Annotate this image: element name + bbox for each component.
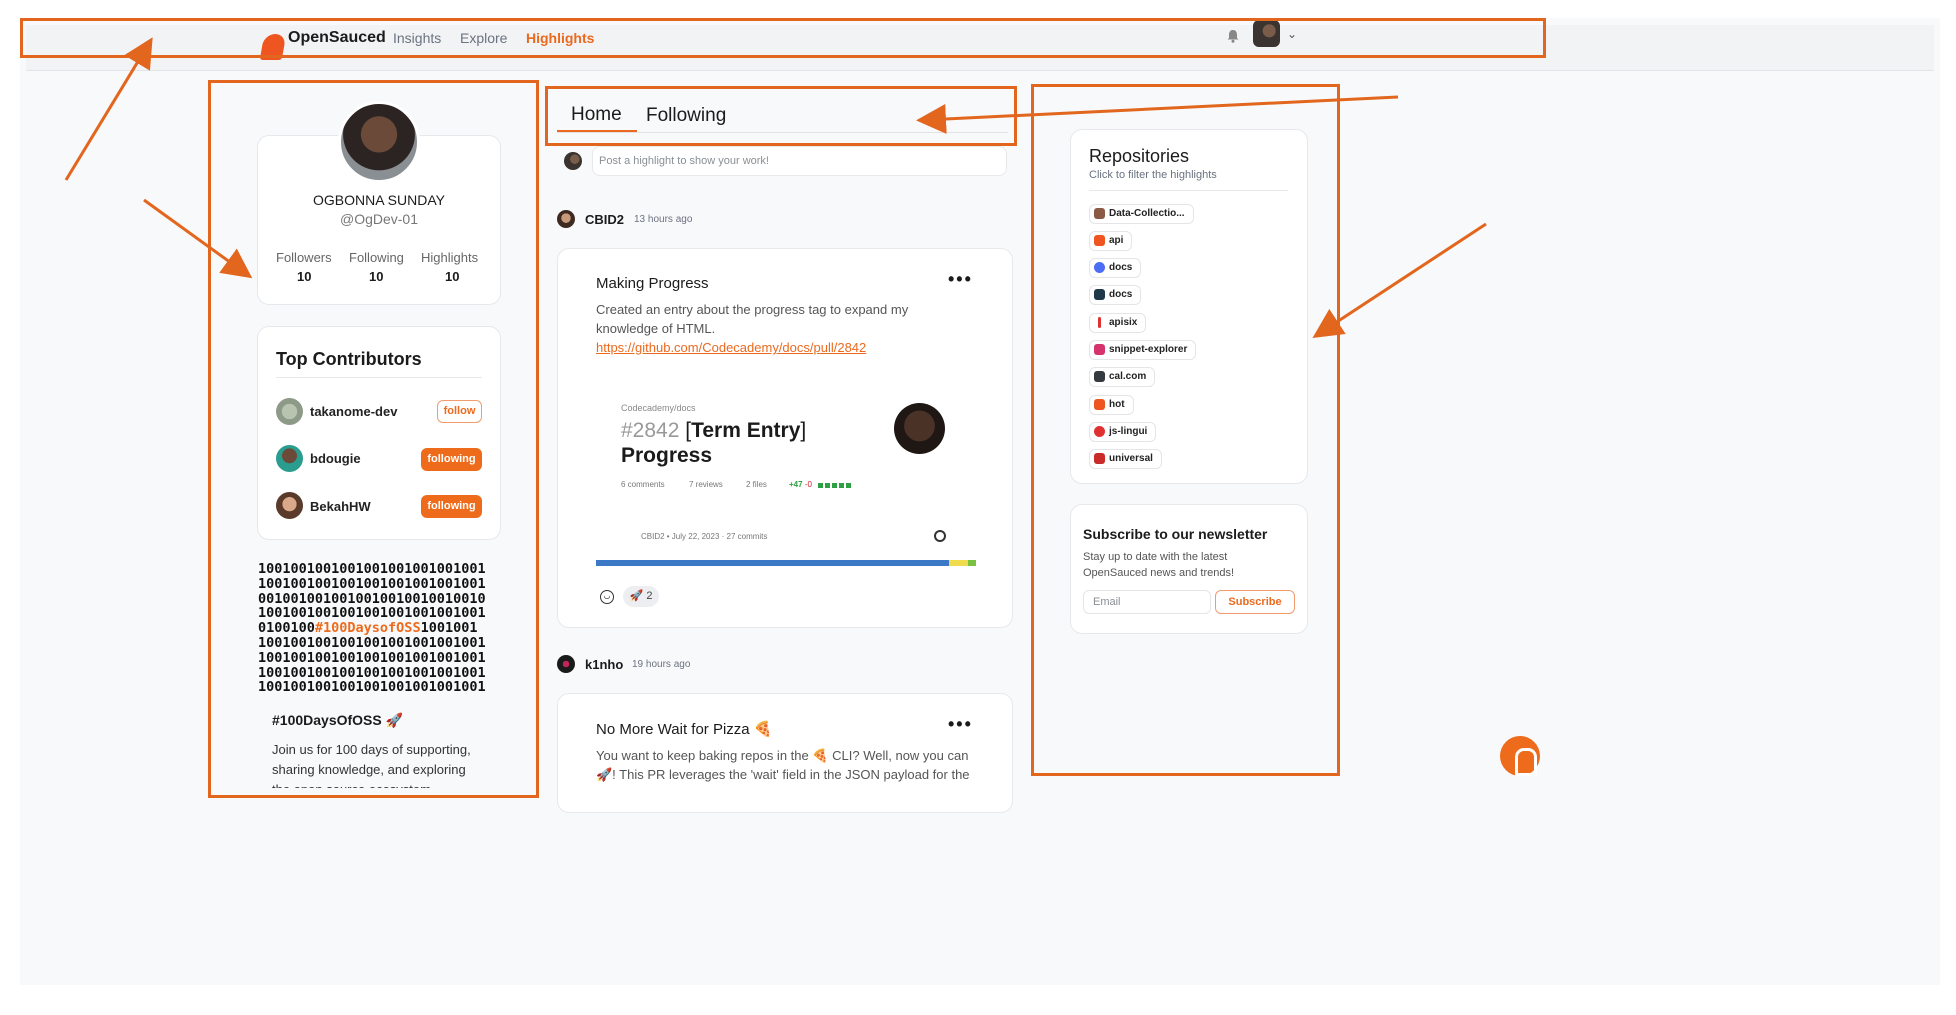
annotation-arrows [64,37,1487,338]
